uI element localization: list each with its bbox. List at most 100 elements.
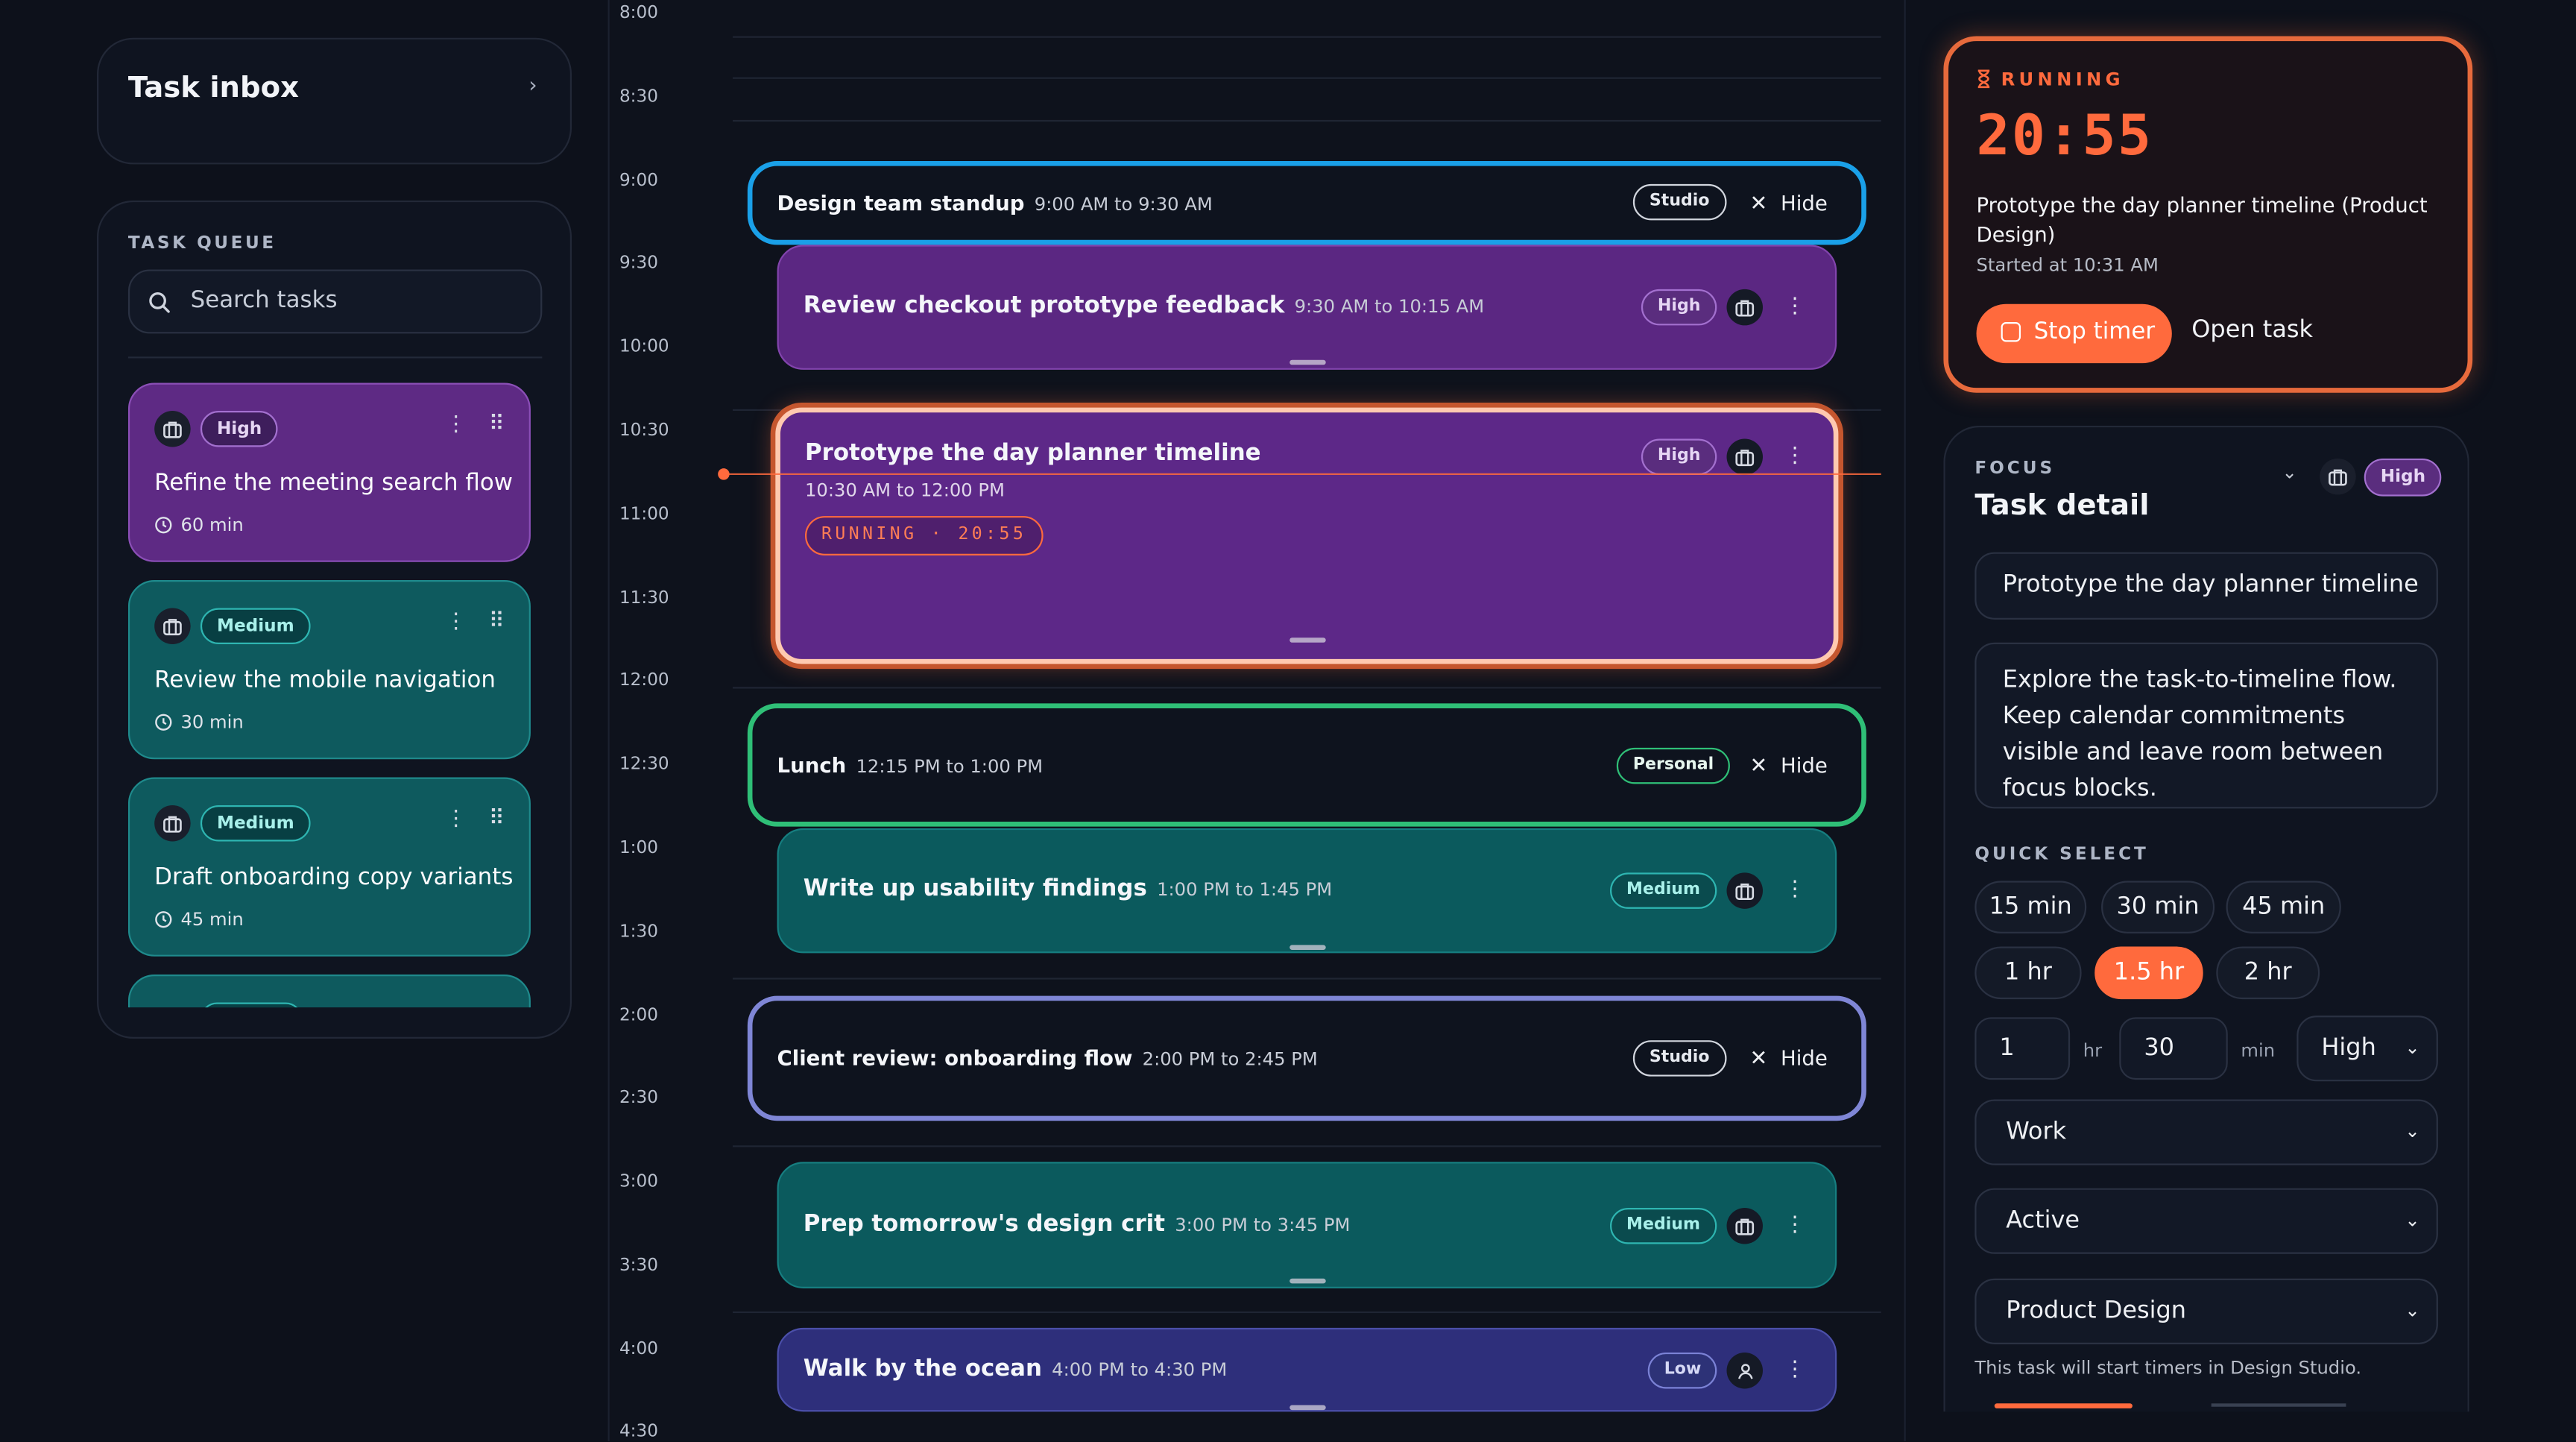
grid-line <box>733 687 1881 689</box>
primary-button-peek[interactable] <box>1994 1403 2133 1408</box>
running-label: RUNNING <box>1977 69 2124 90</box>
timeline-task-running[interactable]: Prototype the day planner timeline 10:30… <box>775 407 1839 664</box>
hour-label: 2:00 <box>619 1005 658 1026</box>
task-queue-panel: TASK QUEUE Search tasks High ⋮ ⠿ Refine … <box>97 200 572 1039</box>
stop-timer-button[interactable]: Stop timer <box>1976 303 2172 364</box>
hide-button[interactable]: ✕ Hide <box>1749 191 1827 217</box>
hour-label: 3:30 <box>619 1255 658 1276</box>
briefcase-icon <box>1726 438 1763 475</box>
task-inbox-card[interactable]: Task inbox › <box>97 37 572 165</box>
task-name: Write up usability findings <box>803 875 1147 903</box>
event-time: 12:15 PM to 1:00 PM <box>856 755 1044 778</box>
priority-badge: High <box>1641 289 1717 326</box>
hour-label: 11:30 <box>619 588 669 608</box>
timeline-task[interactable]: Write up usability findings 1:00 PM to 1:… <box>777 828 1837 954</box>
quick-select-chip[interactable]: 30 min <box>2101 881 2215 933</box>
calendar-event[interactable]: Client review: onboarding flow 2:00 PM to… <box>747 995 1866 1121</box>
drag-handle-icon[interactable]: ⠿ <box>489 807 505 831</box>
close-icon: ✕ <box>1749 192 1768 217</box>
task-queue-heading: TASK QUEUE <box>127 233 277 254</box>
more-options-icon[interactable]: ⋮ <box>1784 295 1806 319</box>
queue-card-partial[interactable] <box>127 975 531 1008</box>
hide-button[interactable]: ✕ Hide <box>1749 752 1827 778</box>
hour-label: 8:30 <box>619 86 658 107</box>
minutes-input[interactable]: 30 <box>2119 1017 2228 1080</box>
task-title: Prototype the day planner timeline <box>805 441 1261 467</box>
resize-handle[interactable] <box>1289 1278 1325 1284</box>
hide-label: Hide <box>1781 1045 1828 1070</box>
drag-handle-icon[interactable]: ⠿ <box>489 610 505 635</box>
hour-label: 12:00 <box>619 670 669 690</box>
more-options-icon[interactable]: ⋮ <box>1784 1358 1806 1382</box>
more-options-icon[interactable]: ⋮ <box>1784 878 1806 902</box>
more-options-icon[interactable]: ⋮ <box>1784 444 1806 468</box>
duration-text: 30 min <box>180 711 244 734</box>
hours-input[interactable]: 1 <box>1974 1017 2071 1080</box>
status-select[interactable]: Active ⌄ <box>1974 1188 2438 1254</box>
resize-handle[interactable] <box>1289 1405 1325 1411</box>
chevron-down-icon[interactable]: ⌄ <box>2282 462 2296 483</box>
hide-button[interactable]: ✕ Hide <box>1749 1045 1827 1071</box>
app-root: Task inbox › TASK QUEUE Search tasks Hig… <box>0 0 2576 1441</box>
more-options-icon[interactable]: ⋮ <box>445 807 467 831</box>
timeline-task[interactable]: Review checkout prototype feedback 9:30 A… <box>777 245 1837 370</box>
queue-card-title: Review the mobile navigation <box>154 667 496 694</box>
more-options-icon[interactable]: ⋮ <box>1784 1213 1806 1238</box>
hour-label: 3:00 <box>619 1171 658 1191</box>
task-name-field[interactable]: Prototype the day planner timeline <box>1974 552 2438 620</box>
more-options-icon[interactable]: ⋮ <box>445 412 467 437</box>
day-timeline[interactable]: 8:00 8:30 9:00 9:30 10:00 10:30 11:00 11… <box>607 0 1906 1441</box>
task-detail-panel: FOCUS Task detail ⌄ High Prototype the d… <box>1943 425 2469 1412</box>
grid-line <box>733 77 1881 79</box>
current-time-line <box>724 473 1881 475</box>
queue-card-title: Refine the meeting search flow <box>154 470 513 497</box>
quick-select-label: QUICK SELECT <box>1974 844 2149 865</box>
quick-select-chip[interactable]: 2 hr <box>2216 946 2320 1000</box>
search-input[interactable]: Search tasks <box>127 269 543 334</box>
grid-line <box>733 977 1881 980</box>
task-description-field[interactable]: Explore the task-to-timeline flow. Keep … <box>1974 642 2438 809</box>
quick-select-chip[interactable]: 45 min <box>2226 881 2341 933</box>
queue-card-duration: 30 min <box>154 711 244 733</box>
queue-card[interactable]: Medium ⋮ ⠿ Review the mobile navigation … <box>127 580 531 760</box>
timer-start-time: Started at 10:31 AM <box>1976 254 2159 277</box>
event-name: Client review: onboarding flow <box>777 1045 1133 1070</box>
hour-label: 12:30 <box>619 754 669 775</box>
chevron-down-icon: ⌄ <box>2405 1209 2420 1231</box>
quick-select-chip-selected[interactable]: 1.5 hr <box>2094 946 2203 1000</box>
secondary-button-peek[interactable] <box>2211 1403 2346 1407</box>
project-select[interactable]: Product Design ⌄ <box>1974 1278 2438 1344</box>
calendar-event[interactable]: Lunch 12:15 PM to 1:00 PM Personal ✕ Hide <box>747 703 1866 827</box>
resize-handle[interactable] <box>1289 359 1325 365</box>
timeline-task[interactable]: Prep tomorrow's design crit 3:00 PM to 3:… <box>777 1162 1837 1289</box>
resize-handle[interactable] <box>1289 945 1325 950</box>
open-task-link[interactable]: Open task <box>2191 317 2313 343</box>
task-detail-title: Task detail <box>1974 489 2150 523</box>
quick-select-chip[interactable]: 15 min <box>1974 881 2087 933</box>
briefcase-icon <box>154 608 191 645</box>
focus-label: FOCUS <box>1974 458 2056 479</box>
chevron-down-icon: ⌄ <box>2405 1036 2420 1059</box>
more-options-icon[interactable]: ⋮ <box>445 610 467 635</box>
category-select-value: Work <box>2006 1118 2067 1146</box>
priority-select[interactable]: High ⌄ <box>2296 1016 2438 1082</box>
chevron-right-icon[interactable]: › <box>528 74 537 98</box>
task-time: 3:00 PM to 3:45 PM <box>1175 1214 1351 1236</box>
queue-card[interactable]: High ⋮ ⠿ Refine the meeting search flow … <box>127 382 531 562</box>
queue-card[interactable]: Medium ⋮ ⠿ Draft onboarding copy variant… <box>127 777 531 957</box>
minutes-unit: min <box>2241 1040 2276 1062</box>
priority-badge: Medium <box>200 608 311 645</box>
priority-badge: High <box>2364 458 2443 497</box>
hourglass-icon <box>1977 69 1990 89</box>
priority-badge: High <box>1641 438 1717 475</box>
resize-handle[interactable] <box>1289 637 1325 643</box>
timeline-task[interactable]: Walk by the ocean 4:00 PM to 4:30 PM Low … <box>777 1327 1837 1412</box>
quick-select-chip[interactable]: 1 hr <box>1974 946 2082 1000</box>
category-select[interactable]: Work ⌄ <box>1974 1099 2438 1165</box>
calendar-event[interactable]: Design team standup 9:00 AM to 9:30 AM St… <box>747 161 1866 245</box>
running-status-pill: RUNNING · 20:55 <box>805 516 1044 555</box>
chevron-down-icon: ⌄ <box>2405 1121 2420 1142</box>
drag-handle-icon[interactable]: ⠿ <box>489 412 505 437</box>
priority-badge-partial <box>200 1002 303 1008</box>
priority-badge: Medium <box>200 805 311 842</box>
